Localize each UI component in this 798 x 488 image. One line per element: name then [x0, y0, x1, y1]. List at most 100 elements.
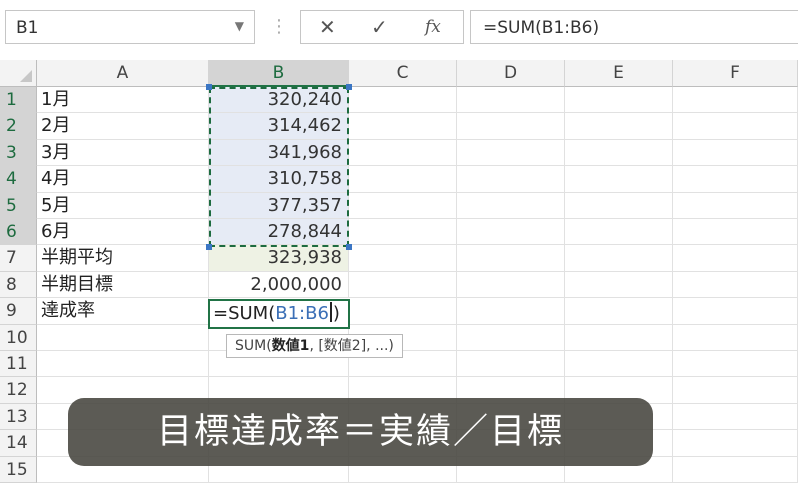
row-header-2[interactable]: 2 — [0, 113, 37, 140]
row-header-15[interactable]: 15 — [0, 456, 37, 483]
row-header-5[interactable]: 5 — [0, 192, 37, 219]
cell-f2[interactable] — [673, 113, 798, 140]
row-header-7[interactable]: 7 — [0, 245, 37, 272]
cell-c8[interactable] — [349, 271, 457, 299]
chevron-down-icon[interactable]: ▼ — [235, 19, 244, 33]
cell-a10[interactable] — [37, 324, 209, 351]
cell-b8[interactable]: 2,000,000 — [209, 271, 349, 299]
cell-a7[interactable]: 半期平均 — [37, 245, 209, 272]
row-header-9[interactable]: 9 — [0, 298, 37, 325]
cell-f1[interactable] — [673, 87, 798, 114]
cell-f14[interactable] — [673, 430, 798, 457]
cell-b7[interactable]: 323,938 — [209, 245, 349, 272]
cell-c6[interactable] — [349, 219, 457, 246]
cell-f11[interactable] — [673, 351, 798, 378]
cell-f3[interactable] — [673, 139, 798, 167]
cell-a6[interactable]: 6月 — [37, 219, 209, 246]
cell-d3[interactable] — [457, 139, 565, 167]
row-header-13[interactable]: 13 — [0, 403, 37, 431]
cell-d11[interactable] — [457, 351, 565, 378]
formula-input[interactable]: =SUM(B1:B6) — [470, 10, 798, 44]
cell-a8[interactable]: 半期目標 — [37, 271, 209, 299]
column-header-a[interactable]: A — [37, 60, 209, 87]
enter-icon[interactable]: ✓ — [371, 15, 388, 39]
row-header-4[interactable]: 4 — [0, 166, 37, 193]
cell-c7[interactable] — [349, 245, 457, 272]
cell-f4[interactable] — [673, 166, 798, 193]
cell-c3[interactable] — [349, 139, 457, 167]
cell-d9[interactable] — [457, 298, 565, 325]
cell-f13[interactable] — [673, 403, 798, 431]
cell-c9[interactable] — [349, 298, 457, 325]
cell-a2[interactable]: 2月 — [37, 113, 209, 140]
cell-e6[interactable] — [565, 219, 673, 246]
cell-b1[interactable]: 320,240 — [209, 87, 349, 114]
cell-e4[interactable] — [565, 166, 673, 193]
cell-a5[interactable]: 5月 — [37, 192, 209, 219]
cell-f12[interactable] — [673, 377, 798, 404]
column-header-b[interactable]: B — [209, 60, 349, 87]
cell-e1[interactable] — [565, 87, 673, 114]
range-handle[interactable] — [206, 244, 212, 250]
cell-f15[interactable] — [673, 456, 798, 483]
row-header-1[interactable]: 1 — [0, 87, 37, 114]
cell-d8[interactable] — [457, 271, 565, 299]
range-handle[interactable] — [206, 84, 212, 90]
cell-e3[interactable] — [565, 139, 673, 167]
cell-c2[interactable] — [349, 113, 457, 140]
range-handle[interactable] — [346, 84, 352, 90]
select-all-corner[interactable] — [0, 60, 37, 87]
active-cell-editor[interactable]: =SUM(B1:B6) — [208, 299, 350, 329]
row-header-3[interactable]: 3 — [0, 139, 37, 167]
row-header-14[interactable]: 14 — [0, 430, 37, 457]
row-header-8[interactable]: 8 — [0, 271, 37, 299]
cell-b3[interactable]: 341,968 — [209, 139, 349, 167]
cell-b6[interactable]: 278,844 — [209, 219, 349, 246]
column-header-f[interactable]: F — [673, 60, 798, 87]
cell-d1[interactable] — [457, 87, 565, 114]
cell-f8[interactable] — [673, 271, 798, 299]
cell-d4[interactable] — [457, 166, 565, 193]
function-tooltip[interactable]: SUM(数値1, [数値2], ...) — [226, 334, 403, 358]
cell-a4[interactable]: 4月 — [37, 166, 209, 193]
cell-e10[interactable] — [565, 324, 673, 351]
cell-a11[interactable] — [37, 351, 209, 378]
cell-e2[interactable] — [565, 113, 673, 140]
cell-c5[interactable] — [349, 192, 457, 219]
cell-e5[interactable] — [565, 192, 673, 219]
cell-c4[interactable] — [349, 166, 457, 193]
column-header-e[interactable]: E — [565, 60, 673, 87]
cell-d5[interactable] — [457, 192, 565, 219]
cell-d7[interactable] — [457, 245, 565, 272]
cell-d6[interactable] — [457, 219, 565, 246]
column-header-d[interactable]: D — [457, 60, 565, 87]
cell-e9[interactable] — [565, 298, 673, 325]
cell-d2[interactable] — [457, 113, 565, 140]
cell-f7[interactable] — [673, 245, 798, 272]
cell-f6[interactable] — [673, 219, 798, 246]
drag-handle-icon[interactable]: ⋮ — [270, 16, 289, 37]
insert-function-icon[interactable]: fx — [425, 17, 441, 37]
range-handle[interactable] — [346, 244, 352, 250]
cell-e11[interactable] — [565, 351, 673, 378]
cancel-icon[interactable]: ✕ — [319, 15, 336, 39]
row-header-10[interactable]: 10 — [0, 324, 37, 351]
cell-c1[interactable] — [349, 87, 457, 114]
cell-d10[interactable] — [457, 324, 565, 351]
cell-f10[interactable] — [673, 324, 798, 351]
cell-f9[interactable] — [673, 298, 798, 325]
row-header-12[interactable]: 12 — [0, 377, 37, 404]
cell-a9[interactable]: 達成率 — [37, 298, 209, 325]
row-header-6[interactable]: 6 — [0, 219, 37, 246]
row-header-11[interactable]: 11 — [0, 351, 37, 378]
name-box[interactable]: B1 ▼ — [5, 10, 255, 44]
cell-a3[interactable]: 3月 — [37, 139, 209, 167]
cell-f5[interactable] — [673, 192, 798, 219]
cell-e8[interactable] — [565, 271, 673, 299]
cell-b2[interactable]: 314,462 — [209, 113, 349, 140]
column-header-c[interactable]: C — [349, 60, 457, 87]
cell-b5[interactable]: 377,357 — [209, 192, 349, 219]
cell-a1[interactable]: 1月 — [37, 87, 209, 114]
cell-b4[interactable]: 310,758 — [209, 166, 349, 193]
cell-e7[interactable] — [565, 245, 673, 272]
